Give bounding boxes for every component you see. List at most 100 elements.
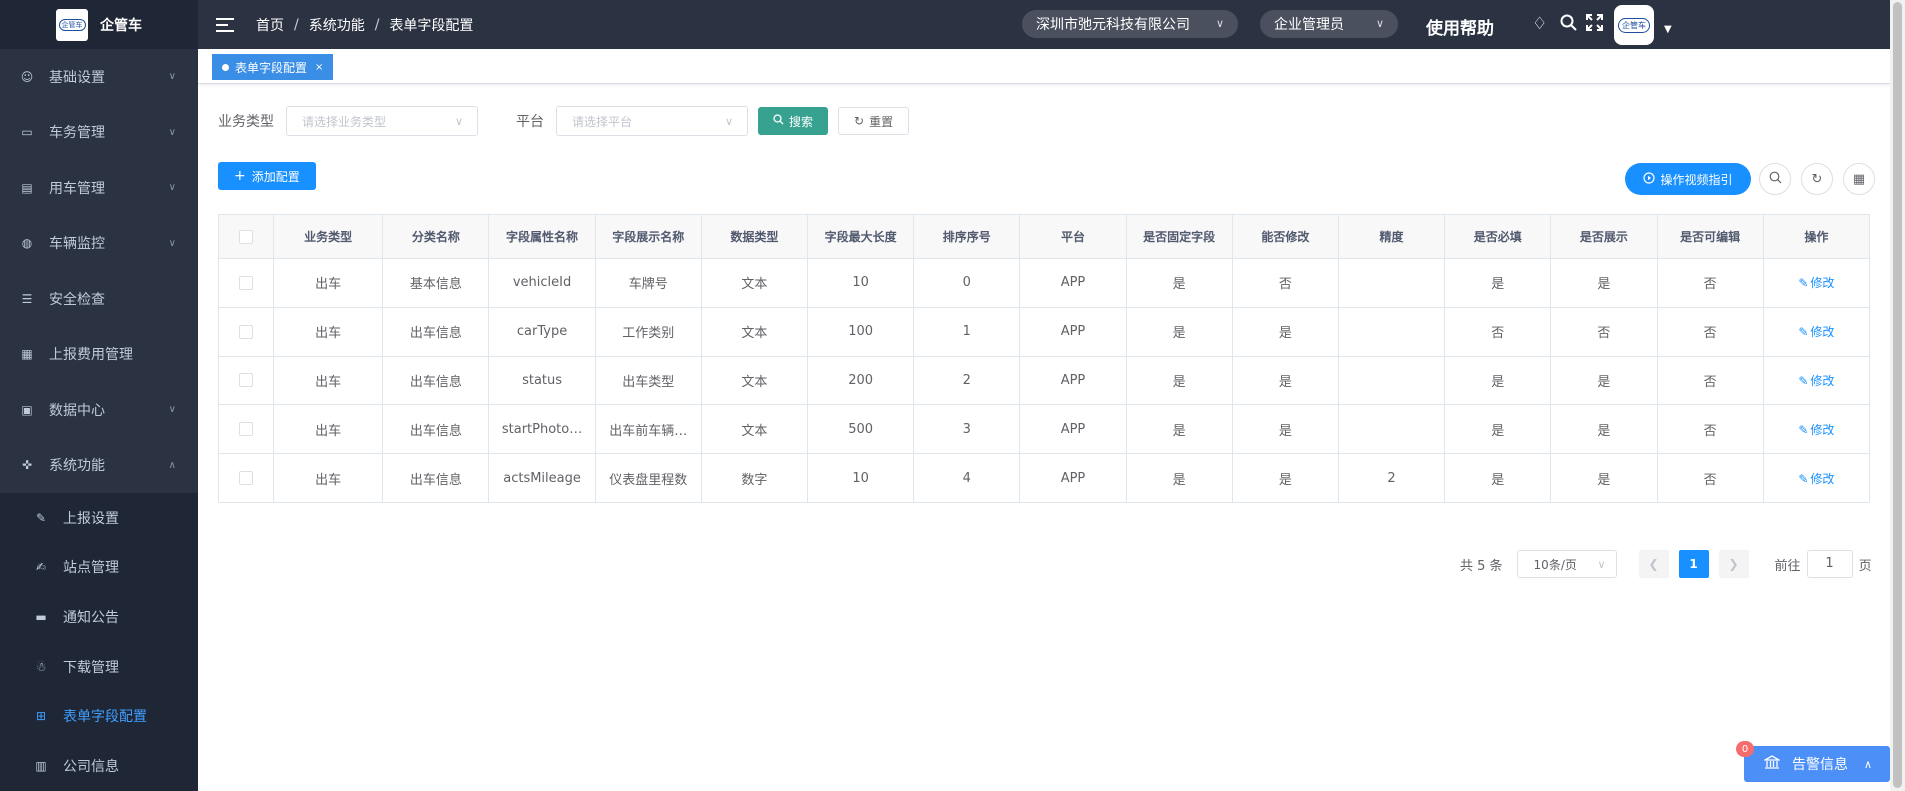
platform-select[interactable]: 请选择平台 ∨: [556, 106, 748, 136]
submenu-item-2[interactable]: ▬ 通知公告: [0, 592, 198, 642]
column-header: 字段属性名称: [488, 214, 596, 259]
edit-icon: ✎: [1798, 373, 1809, 388]
table-cell: 出车: [273, 453, 384, 503]
sidebar-item-7[interactable]: ✜ 系统功能 ∧: [0, 438, 198, 494]
edit-button[interactable]: ✎ 修改: [1798, 472, 1834, 486]
page-1-button[interactable]: 1: [1678, 550, 1709, 578]
next-page-button[interactable]: ❯: [1718, 550, 1749, 578]
sidebar-item-5[interactable]: ▦ 上报费用管理: [0, 327, 198, 383]
monitor-icon: ▭: [21, 125, 33, 140]
table-cell: 3: [913, 404, 1021, 455]
table-cell: carType: [488, 306, 596, 357]
tag-close-icon[interactable]: ×: [315, 62, 323, 73]
sidebar-item-4[interactable]: ☰ 安全检查: [0, 271, 198, 327]
avatar[interactable]: 企管车: [1614, 5, 1654, 45]
group-icon: ☃: [35, 659, 47, 674]
refresh-button[interactable]: ↻: [1801, 163, 1833, 195]
edit-button[interactable]: ✎ 修改: [1798, 423, 1834, 437]
company-select[interactable]: 深圳市弛元科技有限公司 ∨: [1022, 10, 1238, 38]
edit-label: 修改: [1810, 373, 1835, 388]
checklist-icon: ☰: [21, 291, 33, 306]
column-header: 字段展示名称: [594, 214, 702, 259]
edit-button[interactable]: ✎ 修改: [1798, 374, 1834, 388]
logo-mark: 企管车: [58, 18, 86, 31]
table-cell: 是: [1444, 453, 1552, 503]
table-cell: 否: [1656, 306, 1764, 357]
table-cell: APP: [1019, 306, 1127, 357]
submenu-item-3[interactable]: ☃ 下载管理: [0, 642, 198, 692]
video-guide-button[interactable]: 操作视频指引: [1625, 163, 1751, 195]
page-size-select[interactable]: 10条/页 ∨: [1516, 550, 1617, 578]
menu-toggle-icon[interactable]: [216, 17, 234, 32]
platform-label: 平台: [516, 114, 544, 130]
submenu-item-1[interactable]: ✍ 站点管理: [0, 543, 198, 593]
chevron-down-icon: ∨: [168, 71, 176, 83]
table-row: 出车 出车信息 carType 工作类别 文本 100 1 APP 是是否否否 ✎ 修改: [217, 306, 1871, 357]
refresh-icon: ↻: [854, 114, 865, 128]
help-link[interactable]: 使用帮助: [1426, 14, 1494, 39]
row-select-cell: [217, 258, 275, 308]
edit-label: 修改: [1810, 325, 1835, 340]
submenu-item-5[interactable]: ▥ 公司信息: [0, 741, 198, 791]
scrollbar-thumb[interactable]: [1893, 2, 1902, 788]
table-cell: 4: [913, 453, 1021, 503]
search-icon[interactable]: [1560, 14, 1577, 36]
sidebar-item-1[interactable]: ▭ 车务管理 ∨: [0, 105, 198, 161]
table-cell: 出车: [273, 355, 384, 406]
page-scrollbar[interactable]: [1890, 0, 1905, 791]
row-checkbox[interactable]: [239, 275, 254, 290]
breadcrumb-home[interactable]: 首页: [256, 15, 284, 35]
sidebar-item-3[interactable]: ◍ 车辆监控 ∨: [0, 216, 198, 272]
edit-doc-icon: ✎: [35, 510, 47, 525]
prev-page-button[interactable]: ❮: [1638, 550, 1669, 578]
sidebar-item-0[interactable]: ☺ 基础设置 ∨: [0, 49, 198, 105]
goto-page-input[interactable]: 1: [1806, 550, 1853, 578]
table-cell: [1337, 355, 1446, 406]
table-cell: 是: [1231, 355, 1339, 406]
plus-icon: +: [234, 168, 246, 184]
lock-icon: ▣: [21, 402, 33, 417]
action-cell: ✎ 修改: [1762, 258, 1871, 308]
search-button[interactable]: 搜索: [758, 107, 829, 135]
caret-down-icon[interactable]: ▼: [1664, 24, 1672, 35]
edit-button[interactable]: ✎ 修改: [1798, 276, 1834, 290]
edit-icon: ✎: [1798, 471, 1809, 486]
role-select[interactable]: 企业管理员 ∨: [1260, 10, 1398, 38]
edit-button[interactable]: ✎ 修改: [1798, 325, 1834, 339]
fullscreen-icon[interactable]: [1586, 14, 1603, 36]
columns-button[interactable]: ▦: [1843, 163, 1875, 195]
row-checkbox[interactable]: [239, 422, 254, 437]
chevron-left-icon: ❮: [1648, 557, 1659, 571]
alert-widget[interactable]: 告警信息 ∧: [1744, 746, 1890, 782]
table-cell: 否: [1444, 306, 1552, 357]
row-select-cell: [217, 453, 275, 503]
column-header: 数据类型: [700, 214, 809, 259]
table-cell: 是: [1550, 258, 1658, 308]
chevron-down-icon: ∨: [1375, 17, 1384, 30]
sidebar-item-2[interactable]: ▤ 用车管理 ∨: [0, 160, 198, 216]
table-cell: 是: [1444, 404, 1552, 455]
table-cell: 是: [1125, 404, 1233, 455]
bell-icon[interactable]: ♢: [1532, 14, 1547, 34]
sidebar-item-6[interactable]: ▣ 数据中心 ∨: [0, 382, 198, 438]
submenu-item-label: 站点管理: [63, 560, 119, 577]
tag-active[interactable]: 表单字段配置 ×: [212, 54, 334, 80]
select-all-checkbox[interactable]: [239, 229, 254, 244]
table-cell: [1337, 258, 1446, 308]
table-cell: 出车: [273, 306, 384, 357]
breadcrumb-system[interactable]: 系统功能: [309, 15, 365, 35]
row-checkbox[interactable]: [239, 471, 254, 486]
table-cell: 否: [1656, 453, 1764, 503]
row-checkbox[interactable]: [239, 373, 254, 388]
pagination: 共 5 条 10条/页 ∨ ❮ 1 ❯ 前往 1 页: [1460, 550, 1872, 578]
row-checkbox[interactable]: [239, 324, 254, 339]
submenu-item-0[interactable]: ✎ 上报设置: [0, 493, 198, 543]
table-cell: 否: [1550, 306, 1658, 357]
business-type-select[interactable]: 请选择业务类型 ∨: [286, 106, 478, 136]
reset-button[interactable]: ↻ 重置: [838, 107, 910, 135]
toggle-search-button[interactable]: [1759, 163, 1791, 195]
add-config-button[interactable]: + 添加配置: [218, 162, 316, 190]
tags-bar: 表单字段配置 ×: [198, 49, 1890, 84]
row-select-cell: [217, 306, 275, 357]
submenu-item-4[interactable]: ⊞ 表单字段配置: [0, 691, 198, 741]
